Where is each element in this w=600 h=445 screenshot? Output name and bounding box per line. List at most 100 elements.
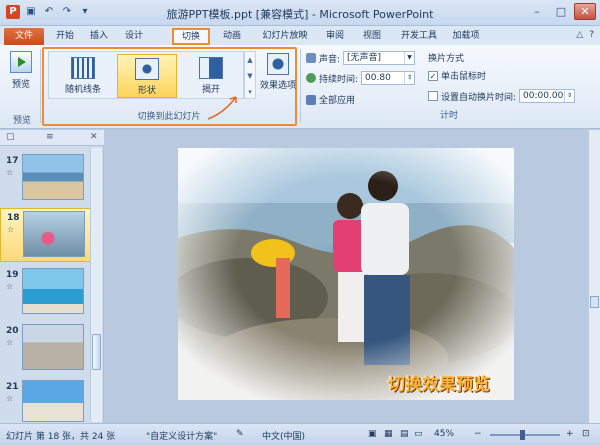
slide-image bbox=[22, 268, 84, 314]
panel-scroll-thumb[interactable] bbox=[92, 334, 101, 370]
sorter-view-icon[interactable]: ▦ bbox=[384, 429, 393, 439]
gallery-scroll[interactable]: ▲ ▼ ▾ bbox=[244, 51, 256, 99]
maximize-button[interactable]: □ bbox=[550, 3, 572, 20]
zoom-in-icon[interactable]: + bbox=[566, 429, 574, 439]
preview-label: 预览 bbox=[11, 80, 30, 90]
slide-number: 18 bbox=[7, 213, 20, 223]
transition-label: 随机线条 bbox=[64, 85, 101, 95]
close-panel-icon[interactable]: ✕ bbox=[90, 132, 98, 142]
after-time-input[interactable]: 00:00.00 ⇕ bbox=[519, 89, 576, 103]
spinner-icon[interactable]: ⇕ bbox=[404, 72, 414, 84]
slide-count-text: 幻灯片 第 18 张，共 24 张 bbox=[6, 432, 116, 442]
slide-editor: 切换效果预览 bbox=[105, 130, 600, 423]
slides-panel: ▢ ≡ ✕ 17 ☆ 18 ☆ 19 ☆ 20 ☆ 21 ☆ bbox=[0, 130, 104, 423]
transitions-group-label: 切换到此幻灯片 bbox=[137, 112, 201, 122]
scroll-down-icon[interactable]: ▼ bbox=[245, 68, 255, 84]
ribbon: 预览 预览 随机线条 形状 揭开 ▲ ▼ ▾ 效果选项 切换到此幻灯片 声音: … bbox=[0, 45, 600, 129]
on-click-label: 单击鼠标时 bbox=[441, 72, 487, 82]
tab-transitions[interactable]: 切换 bbox=[172, 28, 210, 45]
after-time-value: 00:00.00 bbox=[523, 91, 564, 101]
slide-image bbox=[22, 324, 84, 370]
slide-image bbox=[22, 154, 84, 200]
slide-thumbnail[interactable]: 21 ☆ bbox=[0, 378, 92, 422]
chevron-down-icon[interactable]: ▼ bbox=[404, 52, 414, 64]
sound-value: [无声音] bbox=[347, 53, 382, 63]
sound-icon bbox=[306, 53, 316, 63]
slide-caption: 切换效果预览 bbox=[388, 375, 490, 395]
divider bbox=[300, 49, 301, 123]
transition-star-icon: ☆ bbox=[6, 168, 14, 177]
shape-icon bbox=[135, 58, 159, 80]
panel-scrollbar[interactable] bbox=[90, 148, 102, 422]
current-slide[interactable]: 切换效果预览 bbox=[178, 148, 514, 400]
tab-addins[interactable]: 加载项 bbox=[446, 28, 486, 45]
tab-file[interactable]: 文件 bbox=[4, 28, 44, 45]
slide-number: 19 bbox=[6, 270, 19, 280]
transition-uncover[interactable]: 揭开 bbox=[181, 54, 241, 98]
apply-all-button[interactable]: 全部应用 bbox=[306, 93, 355, 106]
transition-random-bars[interactable]: 随机线条 bbox=[53, 54, 113, 98]
slide-thumbnail[interactable]: 17 ☆ bbox=[0, 152, 92, 204]
tab-review[interactable]: 审阅 bbox=[320, 28, 350, 45]
duration-row: 持续时间: 00.80 ⇕ bbox=[306, 71, 416, 85]
help-icon[interactable]: ? bbox=[589, 30, 594, 40]
preview-icon bbox=[10, 51, 32, 73]
transition-shape[interactable]: 形状 bbox=[117, 54, 177, 98]
duration-label: 持续时间: bbox=[319, 74, 359, 85]
tab-slideshow[interactable]: 幻灯片放映 bbox=[256, 28, 314, 45]
zoom-level[interactable]: 45% bbox=[434, 429, 454, 439]
theme-name-text[interactable]: "自定义设计方案" bbox=[146, 429, 217, 442]
tab-developer[interactable]: 开发工具 bbox=[396, 28, 442, 45]
title-bar: P ▣ ↶ ↷ ▾ 旅游PPT模板.ppt [兼容模式] - Microsoft… bbox=[0, 0, 600, 26]
slides-tab-icon[interactable]: ▢ bbox=[6, 132, 15, 142]
editor-scrollbar[interactable] bbox=[588, 130, 600, 423]
zoom-slider[interactable] bbox=[490, 434, 560, 436]
transitions-group: 随机线条 形状 揭开 ▲ ▼ ▾ 效果选项 切换到此幻灯片 bbox=[42, 47, 297, 126]
slide-thumbnail-selected[interactable]: 18 ☆ bbox=[0, 208, 92, 262]
spellcheck-icon[interactable]: ✎ bbox=[236, 429, 244, 439]
preview-button[interactable]: 预览 bbox=[6, 51, 36, 90]
tab-insert[interactable]: 插入 bbox=[84, 28, 114, 45]
scroll-up-icon[interactable]: ▲ bbox=[245, 52, 255, 68]
tab-design[interactable]: 设计 bbox=[118, 28, 150, 45]
divider bbox=[40, 49, 41, 123]
zoom-out-icon[interactable]: − bbox=[474, 429, 482, 439]
sound-label: 声音: bbox=[319, 54, 341, 65]
slide-number: 17 bbox=[6, 156, 19, 166]
duration-value: 00.80 bbox=[365, 73, 391, 83]
gallery-more-icon[interactable]: ▾ bbox=[245, 84, 255, 100]
zoom-slider-knob[interactable] bbox=[520, 430, 525, 440]
transition-star-icon: ☆ bbox=[6, 282, 14, 291]
minimize-button[interactable]: – bbox=[526, 3, 548, 20]
clock-icon bbox=[306, 73, 316, 83]
spinner-icon[interactable]: ⇕ bbox=[564, 90, 574, 102]
tab-animations[interactable]: 动画 bbox=[216, 28, 248, 45]
sound-row: 声音: [无声音] ▼ bbox=[306, 51, 416, 65]
after-label: 设置自动换片时间: bbox=[441, 92, 517, 103]
slide-number: 20 bbox=[6, 326, 19, 336]
slide-thumbnail[interactable]: 20 ☆ bbox=[0, 322, 92, 374]
slide-image bbox=[23, 211, 85, 257]
fit-to-window-icon[interactable]: ⊡ bbox=[582, 429, 590, 439]
preview-group-label: 预览 bbox=[12, 116, 31, 126]
language-text[interactable]: 中文(中国) bbox=[262, 429, 305, 442]
on-click-checkbox[interactable]: ✓ bbox=[428, 70, 438, 81]
minimize-ribbon-icon[interactable]: △ bbox=[576, 30, 583, 40]
sound-select[interactable]: [无声音] ▼ bbox=[343, 51, 416, 65]
effect-options-button[interactable]: 效果选项 bbox=[260, 51, 296, 91]
transition-gallery: 随机线条 形状 揭开 bbox=[48, 51, 244, 99]
outline-tab-icon[interactable]: ≡ bbox=[46, 132, 54, 142]
advance-title-label: 换片方式 bbox=[428, 54, 465, 64]
normal-view-icon[interactable]: ▣ bbox=[368, 429, 377, 439]
transition-star-icon: ☆ bbox=[6, 338, 14, 347]
uncover-icon bbox=[199, 57, 223, 79]
after-checkbox[interactable] bbox=[428, 91, 438, 101]
duration-input[interactable]: 00.80 ⇕ bbox=[361, 71, 416, 85]
reading-view-icon[interactable]: ▤ bbox=[400, 429, 409, 439]
tab-home[interactable]: 开始 bbox=[50, 28, 80, 45]
slide-thumbnail[interactable]: 19 ☆ bbox=[0, 266, 92, 318]
tab-view[interactable]: 视图 bbox=[356, 28, 388, 45]
slideshow-view-icon[interactable]: ▭ bbox=[414, 429, 423, 439]
editor-scroll-thumb[interactable] bbox=[590, 296, 599, 308]
close-button[interactable]: ✕ bbox=[574, 3, 596, 20]
